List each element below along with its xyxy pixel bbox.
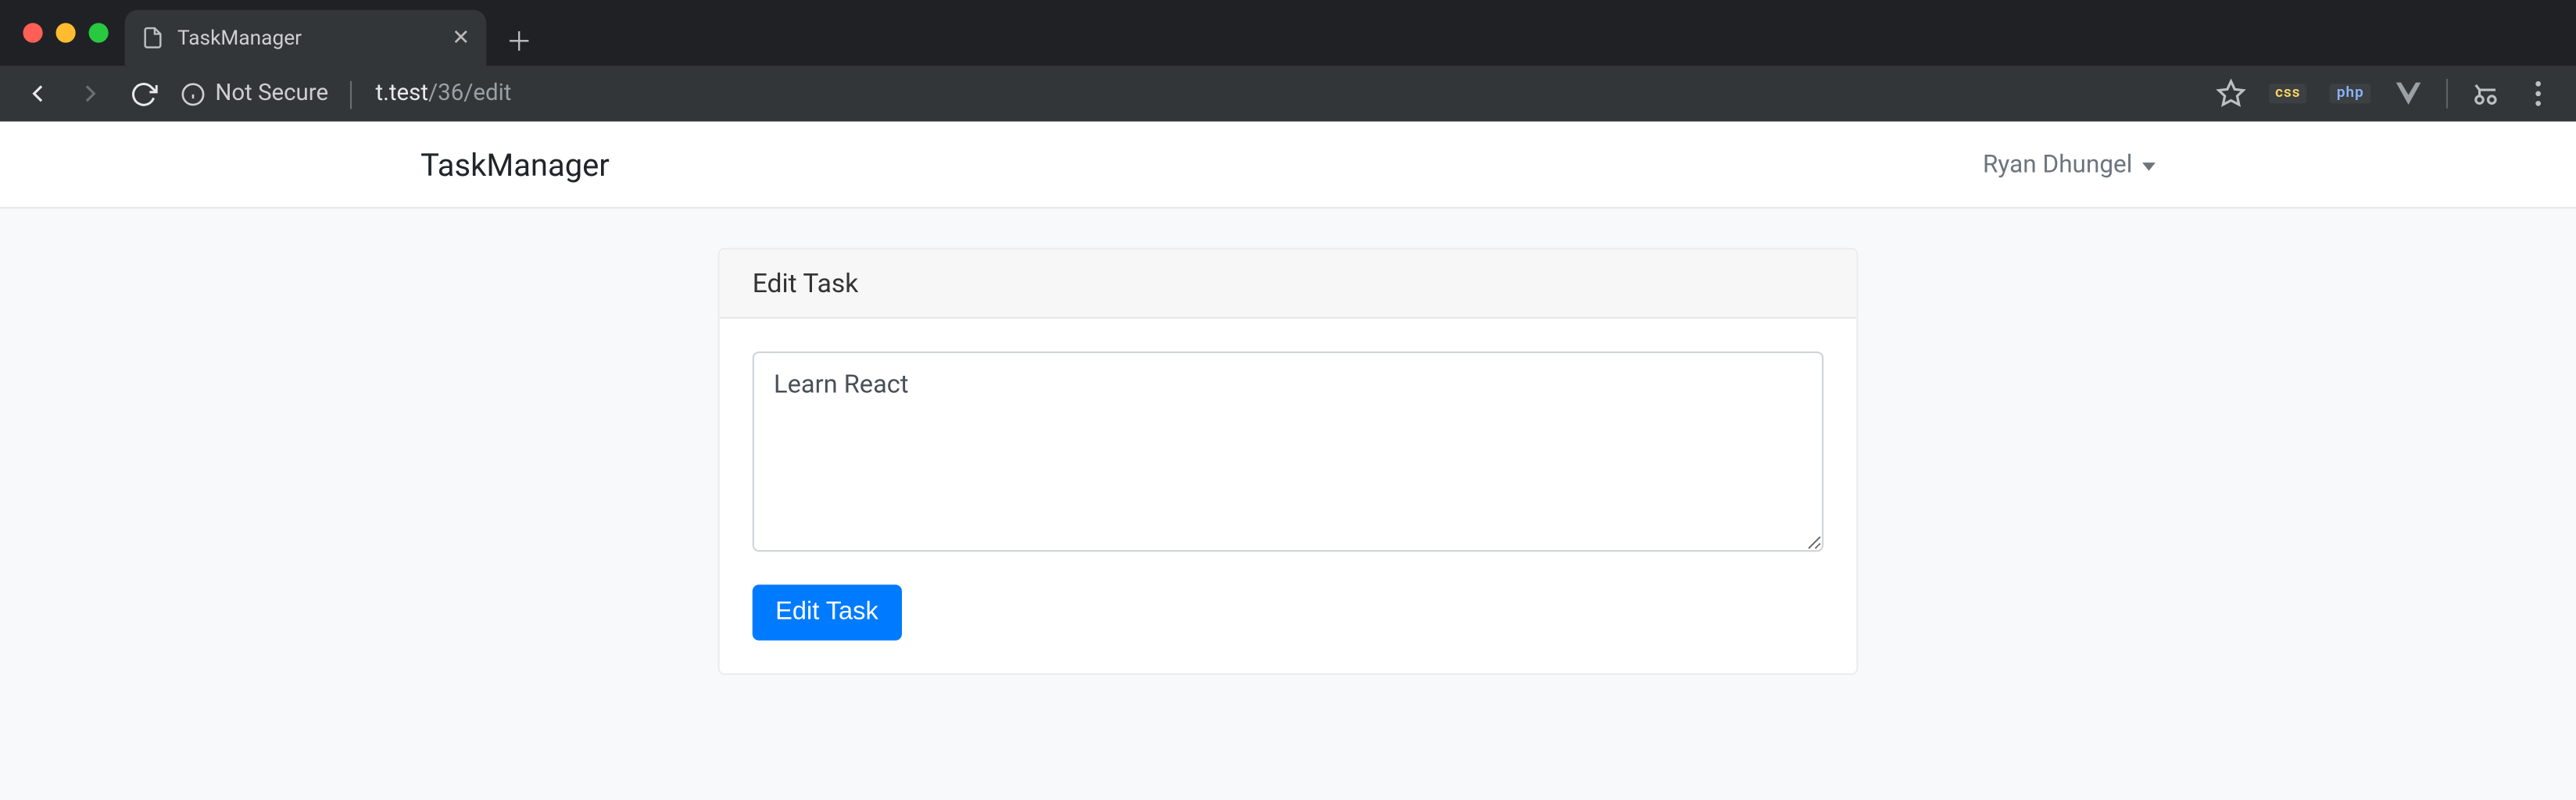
extension-php-badge[interactable]: php	[2330, 84, 2370, 103]
extension-vue-icon[interactable]	[2394, 79, 2424, 109]
navbar: TaskManager Ryan Dhungel	[0, 122, 2576, 209]
browser-menu-button[interactable]	[2524, 79, 2553, 109]
nav-forward-button[interactable]	[76, 79, 106, 109]
address-bar[interactable]: Not Secure │ t.test/36/edit	[181, 80, 2193, 108]
url-display: t.test/36/edit	[376, 80, 512, 107]
app-page: TaskManager Ryan Dhungel Edit Task Edit …	[0, 122, 2576, 800]
tab-close-button[interactable]: ✕	[452, 26, 470, 51]
tab-strip: TaskManager ✕ ＋	[0, 0, 2576, 66]
address-separator: │	[345, 80, 359, 108]
card-header: Edit Task	[720, 250, 1857, 319]
window-close-button[interactable]	[23, 23, 42, 42]
user-name: Ryan Dhungel	[1983, 149, 2132, 179]
window-minimize-button[interactable]	[55, 23, 75, 42]
user-menu[interactable]: Ryan Dhungel	[1983, 149, 2156, 179]
browser-tab[interactable]: TaskManager ✕	[125, 10, 486, 66]
nav-reload-button[interactable]	[128, 79, 158, 109]
edit-task-card: Edit Task Edit Task	[718, 248, 1859, 675]
file-icon	[141, 27, 164, 49]
not-secure-label: Not Secure	[215, 80, 328, 107]
account-icon[interactable]	[2470, 79, 2500, 109]
toolbar-separator	[2446, 79, 2448, 109]
browser-toolbar: Not Secure │ t.test/36/edit css php	[0, 66, 2576, 121]
card-body: Edit Task	[720, 319, 1857, 673]
info-icon	[181, 81, 206, 106]
url-host: t.test	[376, 80, 428, 107]
new-tab-button[interactable]: ＋	[486, 13, 552, 66]
window-traffic-lights	[23, 23, 108, 42]
task-body-input[interactable]	[753, 352, 1824, 552]
tab-title: TaskManager	[177, 26, 302, 51]
bookmark-star-icon[interactable]	[2216, 79, 2245, 109]
window-maximize-button[interactable]	[89, 23, 109, 42]
url-path: /36/edit	[428, 80, 511, 107]
caret-down-icon	[2142, 162, 2156, 170]
nav-back-button[interactable]	[23, 79, 52, 109]
brand-link[interactable]: TaskManager	[420, 145, 610, 183]
edit-task-submit-button[interactable]: Edit Task	[753, 584, 901, 640]
toolbar-right: css php	[2216, 79, 2553, 109]
extension-css-badge[interactable]: css	[2269, 84, 2307, 103]
security-indicator[interactable]: Not Secure	[181, 80, 328, 107]
browser-frame: TaskManager ✕ ＋ Not Secure	[0, 0, 2576, 122]
content-area: Edit Task Edit Task	[0, 209, 2576, 800]
